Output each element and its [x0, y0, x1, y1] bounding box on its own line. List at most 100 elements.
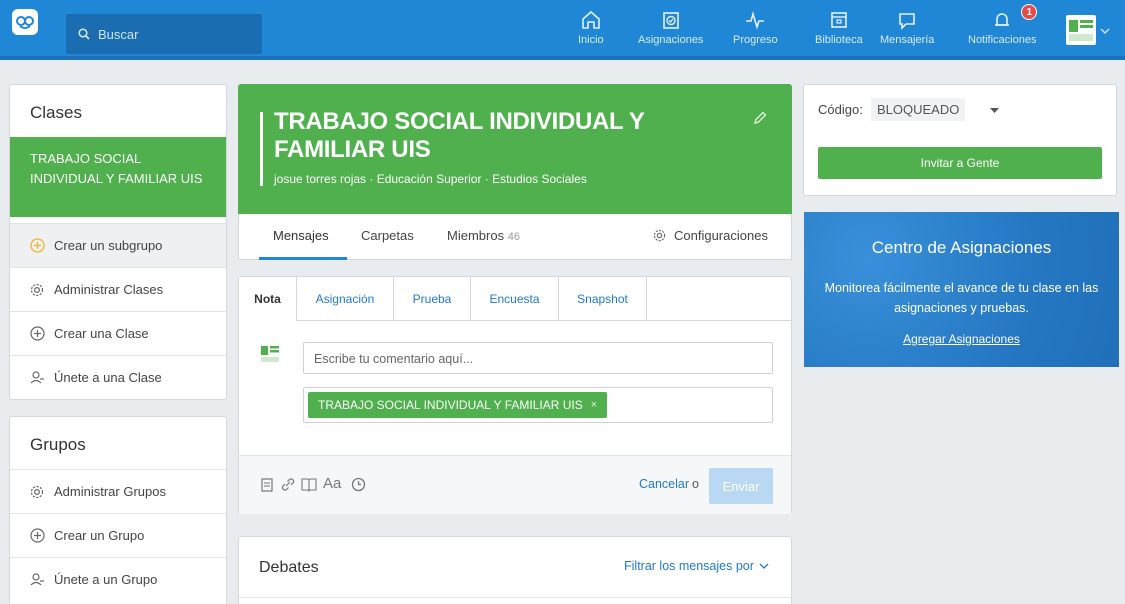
nav-label: Progreso	[733, 34, 778, 46]
side-item-label: Crear un subgrupo	[54, 238, 163, 253]
remove-tag-icon[interactable]: ×	[591, 399, 597, 411]
composer-tab-snapshot[interactable]: Snapshot	[559, 277, 647, 321]
side-item-label: Crear una Clase	[54, 326, 149, 341]
nav-label: Inicio	[578, 34, 604, 46]
class-title: TRABAJO SOCIAL INDIVIDUAL Y FAMILIAR UIS	[274, 108, 645, 163]
tab-mensajes[interactable]: Mensajes	[273, 228, 329, 243]
nav-progreso[interactable]: Progreso	[733, 6, 778, 54]
recipient-tag-label: TRABAJO SOCIAL INDIVIDUAL Y FAMILIAR UIS	[318, 398, 583, 412]
nav-label: Asignaciones	[638, 34, 704, 46]
active-tab-indicator	[259, 257, 347, 260]
create-subgroup-item[interactable]: Crear un subgrupo	[10, 223, 226, 267]
filter-posts-dropdown[interactable]: Filtrar los mensajes por	[624, 559, 769, 573]
settings-label: Configuraciones	[674, 228, 768, 243]
edit-pencil-icon[interactable]	[752, 110, 768, 126]
tab-configuraciones[interactable]: Configuraciones	[653, 228, 768, 243]
promo-title: Centro de Asignaciones	[871, 238, 1052, 257]
gear-icon	[30, 485, 46, 499]
edmodo-logo-icon[interactable]	[12, 9, 38, 35]
debates-panel: Debates Filtrar los mensajes por	[238, 536, 792, 604]
groups-title: Grupos	[30, 435, 86, 454]
class-header: TRABAJO SOCIAL INDIVIDUAL Y FAMILIAR UIS…	[238, 84, 792, 214]
class-subtitle: josue torres rojas · Educación Superior …	[274, 172, 587, 186]
manage-classes-item[interactable]: Administrar Clases	[10, 267, 226, 311]
notifications-icon: 1	[991, 4, 1038, 34]
join-group-item[interactable]: Únete a un Grupo	[10, 557, 226, 601]
caret-down-icon[interactable]	[990, 108, 999, 114]
text-format-icon[interactable]: Aa	[323, 475, 341, 492]
active-class-item[interactable]: TRABAJO SOCIAL INDIVIDUAL Y FAMILIAR UIS	[10, 137, 226, 217]
assignments-icon	[660, 6, 682, 34]
create-group-item[interactable]: Crear un Grupo	[10, 513, 226, 557]
side-item-label: Administrar Grupos	[54, 484, 166, 499]
header-accent-bar	[260, 112, 263, 186]
nav-label: Biblioteca	[815, 34, 863, 46]
top-bar: Buscar Inicio Asignaciones Progreso Bibl…	[0, 0, 1125, 60]
link-icon[interactable]	[281, 477, 295, 492]
class-tabs: Mensajes Carpetas Miembros 46 Configurac…	[238, 214, 792, 260]
recipient-tag: TRABAJO SOCIAL INDIVIDUAL Y FAMILIAR UIS…	[308, 392, 608, 418]
or-text: o	[692, 477, 699, 491]
nav-mensajeria[interactable]: Mensajería	[880, 6, 934, 54]
composer-avatar	[259, 343, 281, 365]
library-book-icon[interactable]	[301, 477, 317, 492]
nav-label: Mensajería	[880, 34, 935, 46]
composer-tab-encuesta[interactable]: Encuesta	[471, 277, 559, 321]
search-input[interactable]: Buscar	[66, 14, 262, 54]
library-icon	[828, 6, 850, 34]
composer-tab-prueba[interactable]: Prueba	[394, 277, 471, 321]
search-icon	[78, 28, 90, 40]
chevron-down-icon[interactable]	[1100, 27, 1110, 35]
nav-asignaciones[interactable]: Asignaciones	[638, 6, 703, 54]
classes-title: Clases	[30, 103, 82, 122]
debates-title: Debates	[259, 559, 319, 576]
side-item-label: Crear un Grupo	[54, 528, 145, 543]
gear-icon	[30, 283, 46, 297]
progress-icon	[744, 6, 766, 34]
side-item-label: Únete a un Grupo	[54, 572, 158, 587]
composer-tab-nota[interactable]: Nota	[239, 277, 297, 321]
plus-circle-icon	[30, 326, 46, 341]
add-assignments-link[interactable]: Agregar Asignaciones	[804, 332, 1119, 346]
join-icon	[30, 572, 46, 587]
nav-notificaciones[interactable]: 1 Notificaciones	[968, 4, 1038, 54]
nav-biblioteca[interactable]: Biblioteca	[815, 6, 863, 54]
promo-body: Monitorea fácilmente el avance de tu cla…	[824, 281, 1099, 315]
composer-footer: Aa Cancelar o Enviar	[239, 455, 791, 514]
clock-icon[interactable]	[351, 477, 366, 492]
nav-inicio[interactable]: Inicio	[578, 6, 604, 54]
members-count: 46	[507, 231, 520, 243]
tab-carpetas[interactable]: Carpetas	[361, 228, 414, 243]
side-item-label: Administrar Clases	[54, 282, 164, 297]
send-button[interactable]: Enviar	[709, 468, 773, 504]
gear-icon	[653, 229, 666, 242]
cancel-link[interactable]: Cancelar	[639, 477, 689, 491]
join-icon	[30, 370, 46, 385]
tab-miembros[interactable]: Miembros 46	[447, 228, 520, 243]
messages-icon	[896, 6, 918, 34]
notification-badge: 1	[1021, 4, 1038, 20]
divider	[239, 597, 791, 598]
composer-tabs: Nota Asignación Prueba Encuesta Snapshot	[239, 277, 791, 321]
code-label: Código:	[818, 102, 863, 117]
composer-tab-asignacion[interactable]: Asignación	[297, 277, 394, 321]
code-value: BLOQUEADO	[871, 98, 966, 121]
recipients-field[interactable]: TRABAJO SOCIAL INDIVIDUAL Y FAMILIAR UIS…	[303, 387, 773, 423]
manage-groups-item[interactable]: Administrar Grupos	[10, 469, 226, 513]
assignments-center-promo: Centro de Asignaciones Monitorea fácilme…	[804, 212, 1119, 367]
user-avatar[interactable]	[1066, 15, 1096, 45]
invite-people-button[interactable]: Invitar a Gente	[818, 147, 1102, 179]
post-composer: Nota Asignación Prueba Encuesta Snapshot…	[238, 276, 792, 514]
attach-file-icon[interactable]	[261, 478, 273, 492]
filter-label: Filtrar los mensajes por	[624, 559, 754, 573]
classes-panel: Clases TRABAJO SOCIAL INDIVIDUAL Y FAMIL…	[9, 84, 227, 400]
comment-input[interactable]: Escribe tu comentario aquí...	[303, 342, 773, 374]
side-item-label: Únete a una Clase	[54, 370, 162, 385]
nav-label: Notificaciones	[968, 34, 1037, 46]
join-class-item[interactable]: Únete a una Clase	[10, 355, 226, 399]
home-icon	[580, 6, 602, 34]
plus-circle-icon	[30, 238, 46, 253]
groups-panel: Grupos Administrar Grupos Crear un Grupo…	[9, 416, 227, 604]
tab-members-label: Miembros	[447, 228, 505, 243]
create-class-item[interactable]: Crear una Clase	[10, 311, 226, 355]
